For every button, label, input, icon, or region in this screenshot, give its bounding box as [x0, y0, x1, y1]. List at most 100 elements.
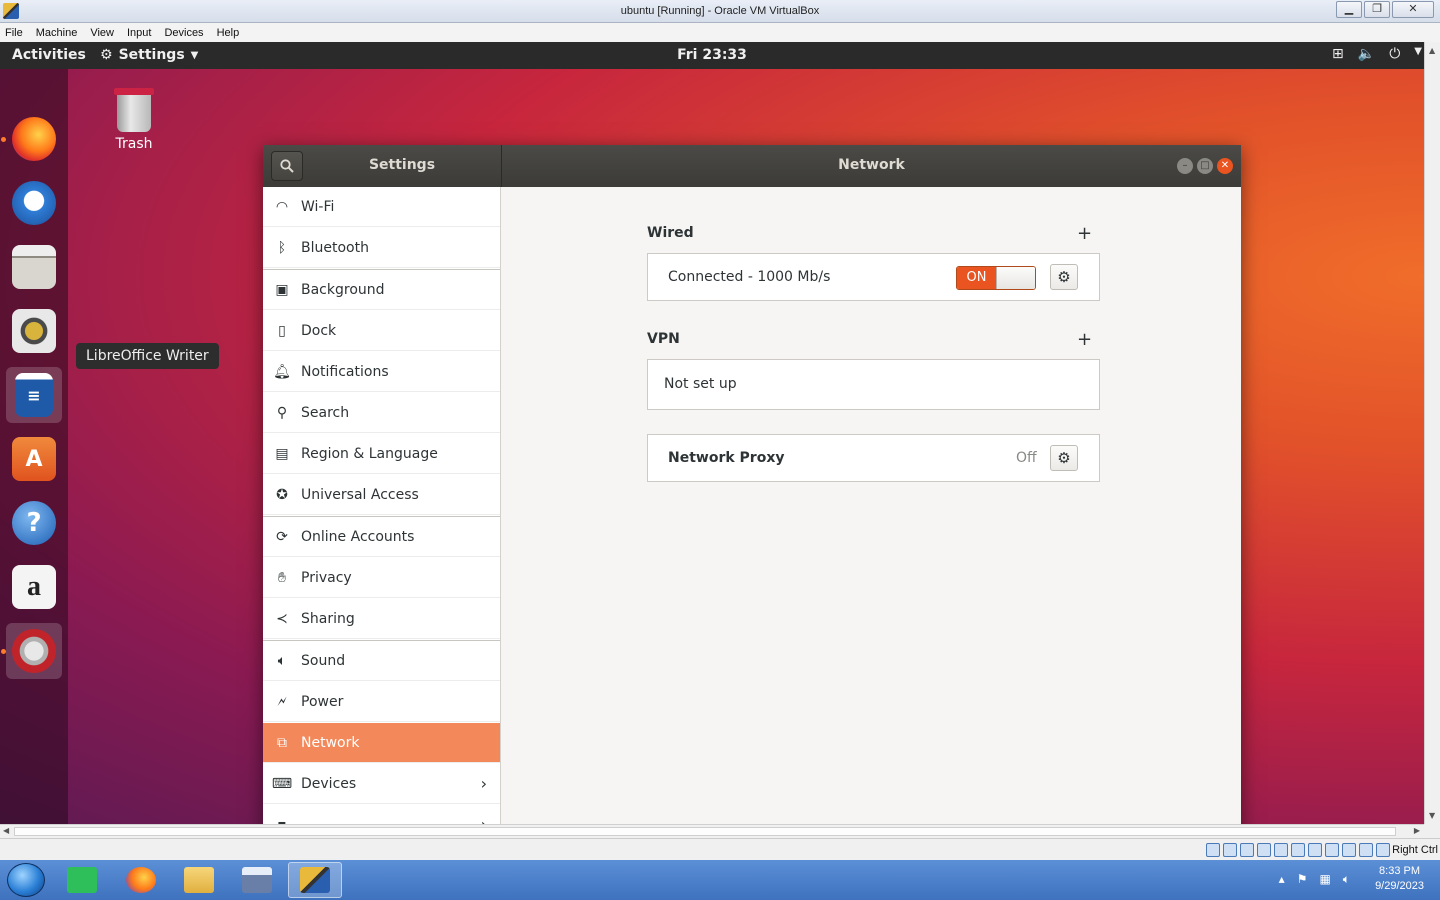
add-vpn-button[interactable]: +: [1077, 329, 1092, 350]
files-icon[interactable]: [6, 239, 62, 295]
taskbar-app-firefox[interactable]: [114, 862, 168, 898]
taskbar-app-notes[interactable]: [55, 862, 109, 898]
close-button[interactable]: ✕: [1392, 1, 1434, 18]
rhythmbox-icon[interactable]: [6, 303, 62, 359]
horizontal-scrollbar[interactable]: ◀ ▶: [0, 824, 1424, 838]
proxy-card[interactable]: Network Proxy Off ⚙: [647, 434, 1100, 482]
vertical-scrollbar[interactable]: ▲ ▼: [1424, 42, 1440, 824]
mouse-integration-icon[interactable]: [1359, 843, 1373, 857]
system-tray[interactable]: ⊞ 🔈 ⏻ ▼: [1332, 46, 1422, 62]
sidebar-item-universal-access[interactable]: ✪ Universal Access: [263, 475, 500, 515]
system-clock[interactable]: 8:33 PM 9/29/2023: [1375, 864, 1424, 894]
wired-toggle[interactable]: ON: [956, 266, 1036, 290]
window-maximize-button[interactable]: □: [1197, 158, 1213, 174]
libreoffice-writer-icon[interactable]: ≡: [6, 367, 62, 423]
top-clock[interactable]: Fri 23:33: [0, 47, 1424, 63]
sidebar-item-label: Sound: [301, 652, 346, 669]
windows-systray[interactable]: ▴ ⚑ ▦ 🔈︎: [1279, 872, 1350, 887]
action-center-flag-icon[interactable]: ⚑: [1297, 872, 1308, 887]
thunderbird-icon[interactable]: [6, 175, 62, 231]
sidebar-item-bluetooth[interactable]: ᛒ Bluetooth: [263, 228, 500, 268]
scroll-down-icon[interactable]: ▼: [1429, 811, 1435, 820]
trash-desktop-icon[interactable]: Trash: [108, 88, 160, 152]
maximize-button[interactable]: ❐: [1364, 1, 1390, 18]
network-icon[interactable]: ▦: [1319, 872, 1330, 887]
trash-icon: [114, 88, 154, 132]
menu-file[interactable]: File: [5, 27, 23, 39]
settings-window: Settings Network – □ ✕ ◠ Wi-Fi ᛒ Bluetooth…: [263, 145, 1241, 824]
activities-button[interactable]: Activities: [12, 47, 86, 63]
sidebar-item-wifi[interactable]: ◠ Wi-Fi: [263, 187, 500, 227]
taskbar-app-window[interactable]: [230, 862, 284, 898]
toggle-on-label: ON: [957, 267, 996, 289]
sidebar-item-background[interactable]: ▣ Background: [263, 270, 500, 310]
sidebar-item-privacy[interactable]: ✋︎ Privacy: [263, 558, 500, 598]
hand-icon: ✋︎: [278, 569, 286, 586]
taskbar-app-virtualbox[interactable]: [288, 862, 342, 898]
usb-icon[interactable]: [1274, 843, 1288, 857]
software-center-icon[interactable]: A: [6, 431, 62, 487]
scroll-up-icon[interactable]: ▲: [1429, 46, 1435, 55]
guest-screen: Activities ⚙ Settings ▼ Fri 23:33 ⊞ 🔈 ⏻ …: [0, 42, 1424, 824]
bell-icon: 🔔︎: [273, 363, 291, 380]
sidebar-item-label: Notifications: [301, 363, 389, 380]
sidebar-item-online-accounts[interactable]: ⟳ Online Accounts: [263, 517, 500, 557]
menu-machine[interactable]: Machine: [36, 27, 78, 39]
scroll-right-icon[interactable]: ▶: [1414, 826, 1420, 835]
search-button[interactable]: [271, 151, 303, 181]
sidebar-item-region-language[interactable]: ▤ Region & Language: [263, 434, 500, 474]
volume-icon[interactable]: 🔈︎: [1343, 872, 1350, 887]
sidebar-item-network[interactable]: ⧉ Network: [263, 723, 500, 763]
vm-status-icons[interactable]: [1206, 843, 1390, 857]
chevron-right-icon: ›: [481, 815, 487, 824]
audio-icon[interactable]: [1240, 843, 1254, 857]
sidebar-item-power[interactable]: 🗲 Power: [263, 682, 500, 722]
sidebar-item-search[interactable]: ⚲ Search: [263, 393, 500, 433]
sidebar-item-dock[interactable]: ▯ Dock: [263, 311, 500, 351]
optical-icon[interactable]: [1223, 843, 1237, 857]
sidebar-item-sound[interactable]: 🔈︎ Sound: [263, 641, 500, 681]
add-wired-button[interactable]: +: [1077, 223, 1092, 244]
network-adapter-icon[interactable]: [1257, 843, 1271, 857]
shared-folder-icon[interactable]: [1291, 843, 1305, 857]
help-icon[interactable]: ?: [6, 495, 62, 551]
gear-icon: ⚙: [1057, 449, 1071, 467]
sidebar-item-label: Power: [301, 693, 344, 710]
keyboard-icon[interactable]: [1376, 843, 1390, 857]
search-icon: ⚲: [276, 404, 288, 421]
scroll-corner: [1424, 824, 1440, 838]
start-button[interactable]: [7, 863, 45, 897]
sidebar-item-label: Privacy: [301, 569, 352, 586]
sidebar-title: Settings: [368, 157, 436, 173]
sidebar-item-devices[interactable]: ⌨ Devices ›: [263, 764, 500, 804]
menu-help[interactable]: Help: [217, 27, 240, 39]
app-menu[interactable]: ⚙ Settings ▼: [100, 47, 198, 63]
toggle-knob: [995, 267, 1035, 289]
menu-view[interactable]: View: [90, 27, 114, 39]
sidebar-item-sharing[interactable]: ≺ Sharing: [263, 599, 500, 639]
minimize-button[interactable]: ▁: [1336, 1, 1362, 18]
vpn-card: Not set up: [647, 359, 1100, 410]
dock-icon: ▯: [278, 322, 286, 339]
firefox-icon[interactable]: [6, 111, 62, 167]
scroll-thumb[interactable]: [14, 827, 1396, 836]
sidebar-item-partial[interactable]: ▪ ›: [263, 805, 500, 824]
sidebar-item-notifications[interactable]: 🔔︎ Notifications: [263, 352, 500, 392]
proxy-settings-button[interactable]: ⚙: [1050, 445, 1078, 471]
menu-devices[interactable]: Devices: [164, 27, 203, 39]
wired-settings-button[interactable]: ⚙: [1050, 264, 1078, 290]
taskbar-app-explorer[interactable]: [172, 862, 226, 898]
scroll-left-icon[interactable]: ◀: [3, 826, 9, 835]
sidebar-item-label: Bluetooth: [301, 239, 369, 256]
show-hidden-icons-icon[interactable]: ▴: [1279, 872, 1285, 887]
window-minimize-button[interactable]: –: [1177, 158, 1193, 174]
hdd-icon[interactable]: [1206, 843, 1220, 857]
cpu-icon[interactable]: [1342, 843, 1356, 857]
window-close-button[interactable]: ✕: [1217, 158, 1233, 174]
recording-icon[interactable]: [1325, 843, 1339, 857]
display-icon[interactable]: [1308, 843, 1322, 857]
amazon-icon[interactable]: a: [6, 559, 62, 615]
host-key-label: Right Ctrl: [1392, 844, 1438, 856]
menu-input[interactable]: Input: [127, 27, 151, 39]
settings-icon[interactable]: [6, 623, 62, 679]
